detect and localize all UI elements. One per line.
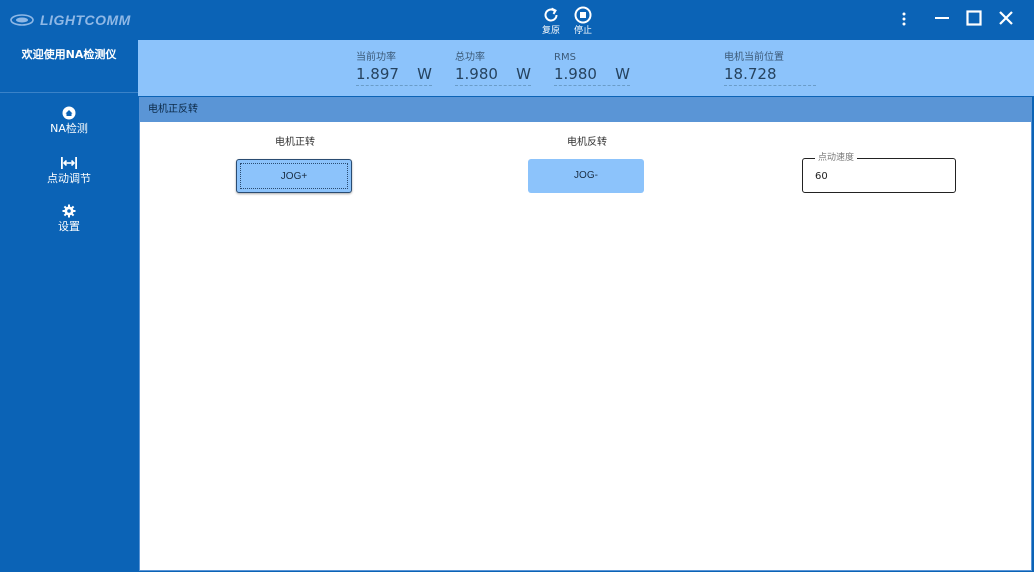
sidebar-item-jog-adjust[interactable]: 点动调节 — [0, 154, 138, 192]
stat-value: 1.897 — [356, 65, 399, 83]
jog-speed-label: 点动速度 — [815, 152, 858, 164]
stop-circle-icon — [574, 5, 592, 25]
sidebar-divider — [0, 92, 138, 93]
jog-speed-field[interactable]: 点动速度 — [802, 152, 956, 193]
stat-value: 1.980 — [455, 65, 498, 83]
jog-plus-button[interactable]: JOG+ — [236, 159, 352, 193]
stop-button[interactable]: 停止 — [568, 5, 598, 39]
reset-button[interactable]: 复原 — [536, 5, 566, 39]
stat-label: 总功率 — [455, 52, 485, 63]
logo-icon — [10, 13, 34, 27]
stat-unit: W — [516, 65, 531, 83]
logo: LIGHTCOMM — [10, 10, 131, 30]
arrows-horizontal-icon — [60, 154, 78, 172]
gear-icon — [62, 202, 76, 220]
title-bar: LIGHTCOMM 复原 停止 — [0, 0, 1034, 40]
reset-label: 复原 — [541, 26, 560, 36]
stat-value: 18.728 — [724, 65, 777, 83]
total-power-stat: 总功率 1.980 W — [455, 52, 531, 86]
refresh-icon — [542, 5, 560, 25]
current-power-stat: 当前功率 1.897 W — [356, 52, 432, 86]
motor-direction-panel: 电机正反转 电机正转 电机反转 JOG+ JOG- 点动速度 — [139, 97, 1032, 571]
panel-title: 电机正反转 — [140, 98, 1031, 122]
sidebar-item-label: 设置 — [58, 220, 80, 233]
sidebar-item-na-detect[interactable]: NA检测 — [0, 104, 138, 142]
stat-label: 当前功率 — [356, 52, 396, 63]
jog-speed-input[interactable] — [815, 168, 945, 184]
close-icon — [998, 10, 1014, 30]
more-vertical-icon — [901, 11, 907, 30]
sidebar: 欢迎使用NA检测仪 NA检测 点动调节 设置 — [0, 40, 138, 572]
minimize-icon — [934, 10, 950, 30]
stats-bar: 当前功率 1.897 W 总功率 1.980 W RMS 1.980 W 电机当… — [138, 40, 1034, 96]
reverse-title: 电机反转 — [567, 137, 607, 148]
more-menu-button[interactable] — [892, 10, 916, 30]
stat-unit: W — [417, 65, 432, 83]
stat-unit: W — [615, 65, 630, 83]
logo-text: LIGHTCOMM — [40, 12, 131, 28]
stat-value: 1.980 — [554, 65, 597, 83]
app-window: LIGHTCOMM 复原 停止 欢迎使用NA检测仪 NA检测 点动调节 设置 当… — [0, 0, 1034, 572]
minimize-button[interactable] — [930, 10, 954, 30]
forward-title: 电机正转 — [275, 137, 315, 148]
maximize-icon — [966, 10, 982, 30]
motor-position-stat: 电机当前位置 18.728 — [724, 52, 816, 86]
sidebar-item-label: 点动调节 — [47, 172, 91, 185]
stat-label: 电机当前位置 — [724, 52, 784, 63]
jog-minus-button[interactable]: JOG- — [528, 159, 644, 193]
sidebar-item-settings[interactable]: 设置 — [0, 202, 138, 240]
rms-stat: RMS 1.980 W — [554, 52, 630, 86]
sidebar-item-label: NA检测 — [50, 122, 88, 135]
home-icon — [62, 104, 76, 122]
welcome-text: 欢迎使用NA检测仪 — [21, 48, 117, 61]
stat-label: RMS — [554, 52, 576, 63]
close-button[interactable] — [994, 10, 1018, 30]
stop-label: 停止 — [573, 26, 592, 36]
maximize-button[interactable] — [962, 10, 986, 30]
